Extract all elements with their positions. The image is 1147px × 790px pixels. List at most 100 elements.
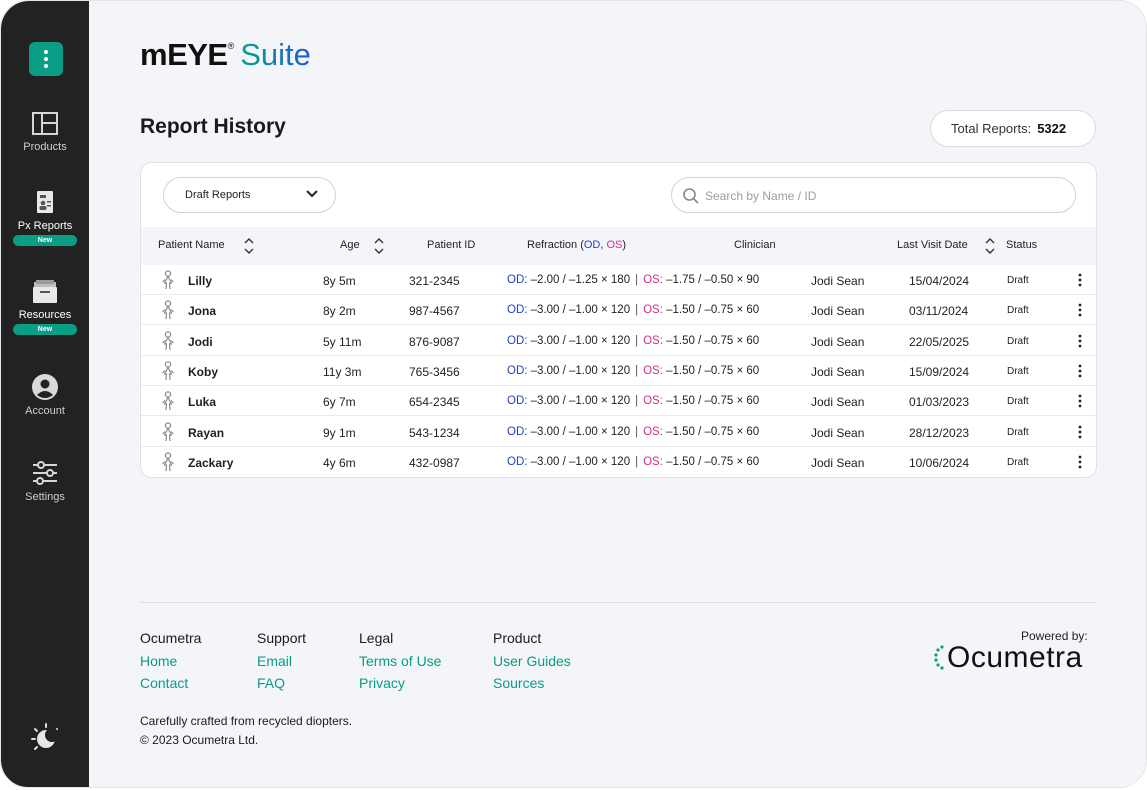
sidebar-item-px-reports[interactable]: Px Reports New [1,190,89,246]
more-options-icon[interactable] [1077,394,1083,408]
more-options-icon[interactable] [1077,455,1083,469]
patient-age: 8y 5m [323,274,356,288]
sidebar-item-resources[interactable]: Resources New [1,279,89,335]
clinician-name: Jodi Sean [811,425,865,440]
footer-col-legal: Legal Terms of Use Privacy [359,627,441,695]
refraction-suffix: ) [622,239,627,251]
total-reports-value: 5322 [1037,121,1067,136]
table-row[interactable]: Zackary 4y 6m 432-0987 OD: –3.00 / –1.00 × … [141,447,1096,477]
col-status: Status [1006,239,1038,251]
sidebar-item-label: Settings [25,491,65,503]
od-label: OD: [507,455,528,468]
table-row[interactable]: Jona 8y 2m 987-4567 OD: –3.00 / –1.00 × 120… [141,295,1096,326]
footer-link-sources[interactable]: Sources [493,672,571,695]
patient-name: Luka [188,395,217,410]
patient-id: 876-9087 [409,334,460,349]
new-badge: New [13,324,77,335]
od-label: OD: [507,364,528,377]
col-refraction: Refraction (OD, OS) [527,239,626,251]
footer-link-email[interactable]: Email [257,650,306,673]
od-value: –3.00 / –1.00 × 120 [530,304,631,317]
footer-link-contact[interactable]: Contact [140,672,201,695]
refraction-values: OD: –3.00 / –1.00 × 120 | OS: –1.50 / –0.7… [507,426,759,438]
child-patient-icon [162,391,174,411]
table-row[interactable]: Rayan 9y 1m 543-1234 OD: –3.00 / –1.00 × 12… [141,417,1096,447]
more-options-icon[interactable] [1077,425,1083,439]
status-badge: Draft [1007,426,1029,438]
status-badge: Draft [1007,335,1029,347]
patient-id: 543-1234 [409,425,460,440]
sort-icon[interactable] [373,237,385,255]
patient-age: 9y 1m [323,425,356,440]
os-value: –1.50 / –0.75 × 60 [666,334,760,347]
folder-icon [33,280,57,303]
sidebar-item-products[interactable]: Products [1,111,89,154]
table-row[interactable]: Lilly 8y 5m 321-2345 OD: –2.00 / –1.25 × 18… [141,265,1096,295]
footer-link-terms[interactable]: Terms of Use [359,650,441,673]
sidebar-item-settings[interactable]: Settings [1,459,89,504]
brand-main: mEYE [140,37,228,72]
os-label: OS: [643,395,663,408]
os-value: –1.50 / –0.75 × 60 [666,455,760,468]
theme-toggle-icon[interactable] [29,721,63,755]
os-value: –1.75 / –0.50 × 90 [666,274,760,286]
more-options-icon[interactable] [1077,303,1083,317]
patient-id: 765-3456 [409,364,460,379]
os-value: –1.50 / –0.75 × 60 [666,364,760,377]
sort-icon[interactable] [243,237,255,255]
more-options-icon[interactable] [1077,364,1083,378]
more-options-icon[interactable] [1077,273,1083,287]
app-logo-icon[interactable] [29,42,63,76]
sidebar: Products Px Reports New Resources New Ac… [1,1,89,787]
sidebar-item-account[interactable]: Account [1,373,89,418]
patient-name: Jodi [188,334,213,349]
report-icon [37,191,53,213]
os-label: OS: [643,334,663,347]
last-visit-date: 15/04/2024 [909,274,970,288]
powered-by-brand: Ocumetra [947,641,1083,674]
patient-name: Jona [188,304,217,319]
footer-legal-text: Carefully crafted from recycled diopters… [140,712,352,750]
patient-age: 11y 3m [323,364,362,379]
od-value: –3.00 / –1.00 × 120 [530,425,631,438]
os-label: OS: [643,304,663,317]
clinician-name: Jodi Sean [811,455,865,470]
last-visit-date: 10/06/2024 [909,455,970,470]
os-label: OS: [643,455,663,468]
os-label: OS: [643,274,663,286]
report-type-value: Draft Reports [185,189,251,201]
table-row[interactable]: Koby 11y 3m 765-3456 OD: –3.00 / –1.00 × 12… [141,356,1096,386]
footer-link-home[interactable]: Home [140,650,201,673]
od-label: OD: [507,304,528,317]
search-input[interactable] [705,186,1065,206]
od-label: OD: [507,425,528,438]
clinician-name: Jodi Sean [811,395,865,410]
footer-divider [140,602,1097,603]
od-value: –3.00 / –1.00 × 120 [530,395,631,408]
patient-age: 5y 11m [323,334,362,349]
total-reports-badge: Total Reports: 5322 [930,110,1096,147]
footer-link-faq[interactable]: FAQ [257,672,306,695]
child-patient-icon [162,452,174,471]
patient-id: 432-0987 [409,455,460,470]
refraction-values: OD: –3.00 / –1.00 × 120 | OS: –1.50 / –0.7… [507,456,759,468]
footer-heading: Support [257,630,307,646]
chevron-down-icon [306,190,318,198]
footer-link-privacy[interactable]: Privacy [359,672,441,695]
refraction-values: OD: –3.00 / –1.00 × 120 | OS: –1.50 / –0.7… [507,335,759,347]
report-table-card: Draft Reports Patient Name Age Pat [140,162,1097,478]
more-options-icon[interactable] [1077,334,1083,348]
refraction-values: OD: –3.00 / –1.00 × 120 | OS: –1.50 / –0.7… [507,304,759,316]
last-visit-date: 28/12/2023 [909,425,970,440]
sidebar-item-label: Products [23,141,67,153]
table-row[interactable]: Jodi 5y 11m 876-9087 OD: –3.00 / –1.00 × 12… [141,326,1096,356]
footer-link-user-guides[interactable]: User Guides [493,650,571,673]
report-type-dropdown[interactable]: Draft Reports [163,177,336,213]
os-label: OS: [643,364,663,377]
refraction-values: OD: –3.00 / –1.00 × 120 | OS: –1.50 / –0.7… [507,365,759,377]
table-row[interactable]: Luka 6y 7m 654-2345 OD: –3.00 / –1.00 × 120… [141,386,1096,417]
footer-heading: Legal [359,630,394,646]
clinician-name: Jodi Sean [811,274,865,288]
sort-icon[interactable] [984,237,996,255]
footer-heading: Product [493,630,542,646]
